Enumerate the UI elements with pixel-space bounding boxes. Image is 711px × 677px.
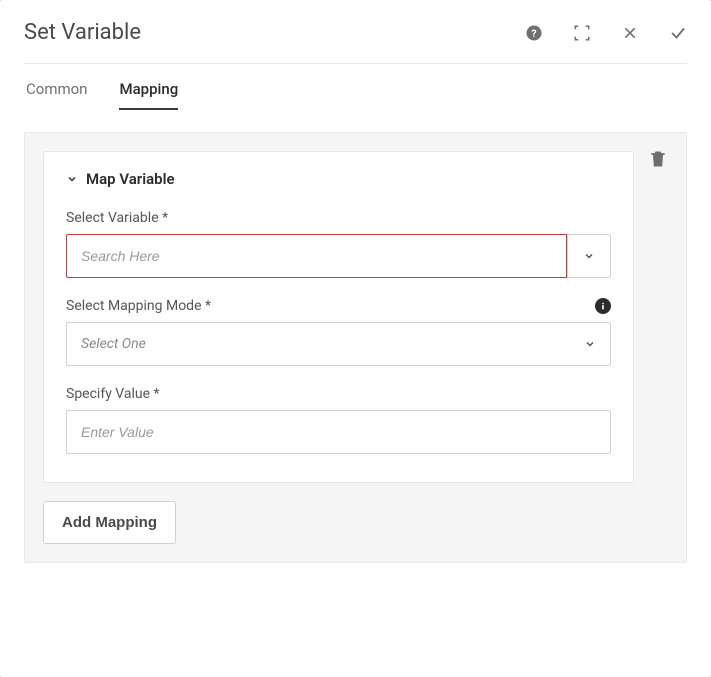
mapping-mode-select[interactable]: Select One xyxy=(66,322,611,366)
dialog-title: Set Variable xyxy=(24,20,141,45)
info-icon[interactable] xyxy=(595,298,611,314)
chevron-down-icon xyxy=(66,173,78,185)
variable-dropdown-button[interactable] xyxy=(567,234,611,278)
map-variable-card: Map Variable Select Variable * xyxy=(43,151,634,483)
value-input[interactable] xyxy=(66,410,611,454)
variable-search-input[interactable] xyxy=(66,234,567,278)
dialog-header: Set Variable ? xyxy=(24,20,687,64)
tabs: Common Mapping xyxy=(24,80,687,110)
svg-text:?: ? xyxy=(531,26,536,39)
confirm-icon[interactable] xyxy=(669,24,687,42)
label-mapping-mode: Select Mapping Mode * xyxy=(66,298,211,314)
help-icon[interactable]: ? xyxy=(525,24,543,42)
mapping-panel: Map Variable Select Variable * xyxy=(24,132,687,563)
close-icon[interactable] xyxy=(621,24,639,42)
label-select-variable: Select Variable * xyxy=(66,210,168,226)
add-mapping-button[interactable]: Add Mapping xyxy=(43,501,176,544)
field-specify-value: Specify Value * xyxy=(66,386,611,454)
delete-icon[interactable] xyxy=(648,149,668,169)
field-mapping-mode: Select Mapping Mode * Select One xyxy=(66,298,611,366)
card-header[interactable]: Map Variable xyxy=(66,170,611,188)
tab-mapping[interactable]: Mapping xyxy=(119,80,178,110)
card-title: Map Variable xyxy=(86,170,175,188)
fullscreen-icon[interactable] xyxy=(573,24,591,42)
header-actions: ? xyxy=(525,24,687,42)
tab-common[interactable]: Common xyxy=(26,80,87,110)
mapping-mode-placeholder: Select One xyxy=(81,336,146,352)
dialog: Set Variable ? Common Mapping xyxy=(0,0,711,677)
variable-combobox xyxy=(66,234,611,278)
label-specify-value: Specify Value * xyxy=(66,386,160,402)
field-select-variable: Select Variable * xyxy=(66,210,611,278)
